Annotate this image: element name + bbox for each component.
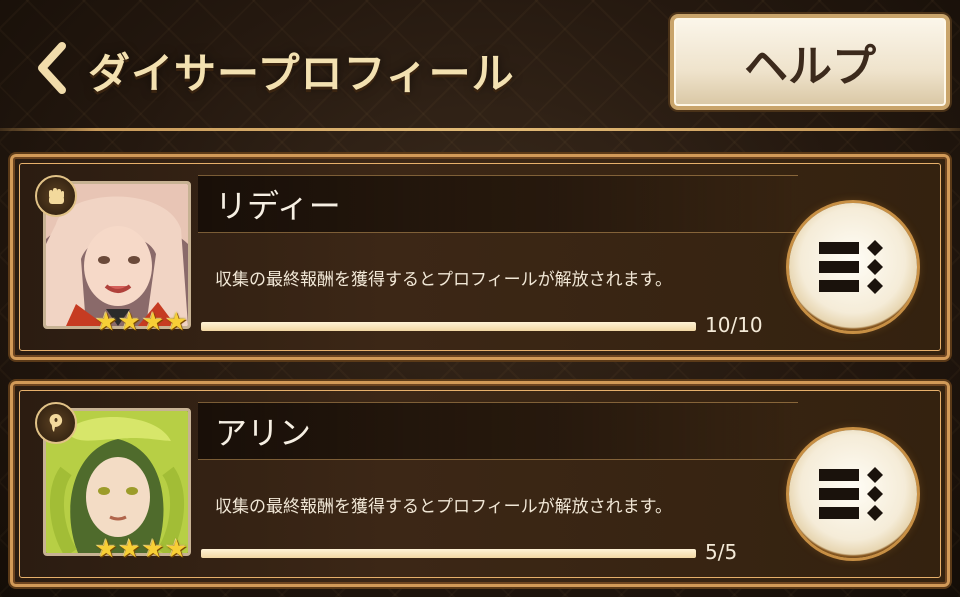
fist-icon: [35, 175, 77, 217]
page-title: ダイサープロフィール: [88, 48, 515, 98]
star-icon: ★: [141, 534, 165, 563]
star-icon: ★: [118, 534, 141, 563]
progress-count: 5/5: [705, 540, 738, 564]
star-icon: ★: [165, 534, 188, 563]
progress-count: 10/10: [705, 313, 763, 337]
unlock-description: 収集の最終報酬を獲得するとプロフィールが解放されます。: [215, 270, 672, 290]
profile-menu-button[interactable]: [789, 430, 917, 558]
spirit-icon: [35, 402, 77, 444]
progress-bar: [201, 322, 696, 331]
star-icon: ★: [118, 307, 141, 336]
star-icon: ★: [165, 307, 188, 336]
back-button[interactable]: [26, 38, 76, 98]
character-name: アリン: [215, 414, 312, 452]
profile-card[interactable]: ★ ★ ★ ★ リディー 収集の最終報酬を獲得するとプロフィールが解放されます。…: [10, 154, 950, 360]
profile-card[interactable]: ★ ★ ★ ★ アリン 収集の最終報酬を獲得するとプロフィールが解放されます。 …: [10, 381, 950, 587]
character-name: リディー: [215, 187, 341, 225]
profile-menu-button[interactable]: [789, 203, 917, 331]
star-icon: ★: [141, 307, 165, 336]
star-rating: ★ ★ ★ ★: [95, 536, 188, 561]
star-rating: ★ ★ ★ ★: [95, 309, 188, 334]
progress-fill: [201, 322, 696, 331]
list-menu-icon: [819, 467, 883, 521]
star-icon: ★: [95, 307, 118, 336]
header-divider: [0, 128, 960, 131]
progress-bar: [201, 549, 696, 558]
unlock-description: 収集の最終報酬を獲得するとプロフィールが解放されます。: [215, 497, 672, 517]
help-button[interactable]: ヘルプ: [670, 14, 950, 110]
star-icon: ★: [95, 534, 118, 563]
header: ダイサープロフィール ヘルプ: [0, 0, 960, 131]
chevron-left-icon: [38, 42, 66, 94]
list-menu-icon: [819, 240, 883, 294]
progress-fill: [201, 549, 696, 558]
